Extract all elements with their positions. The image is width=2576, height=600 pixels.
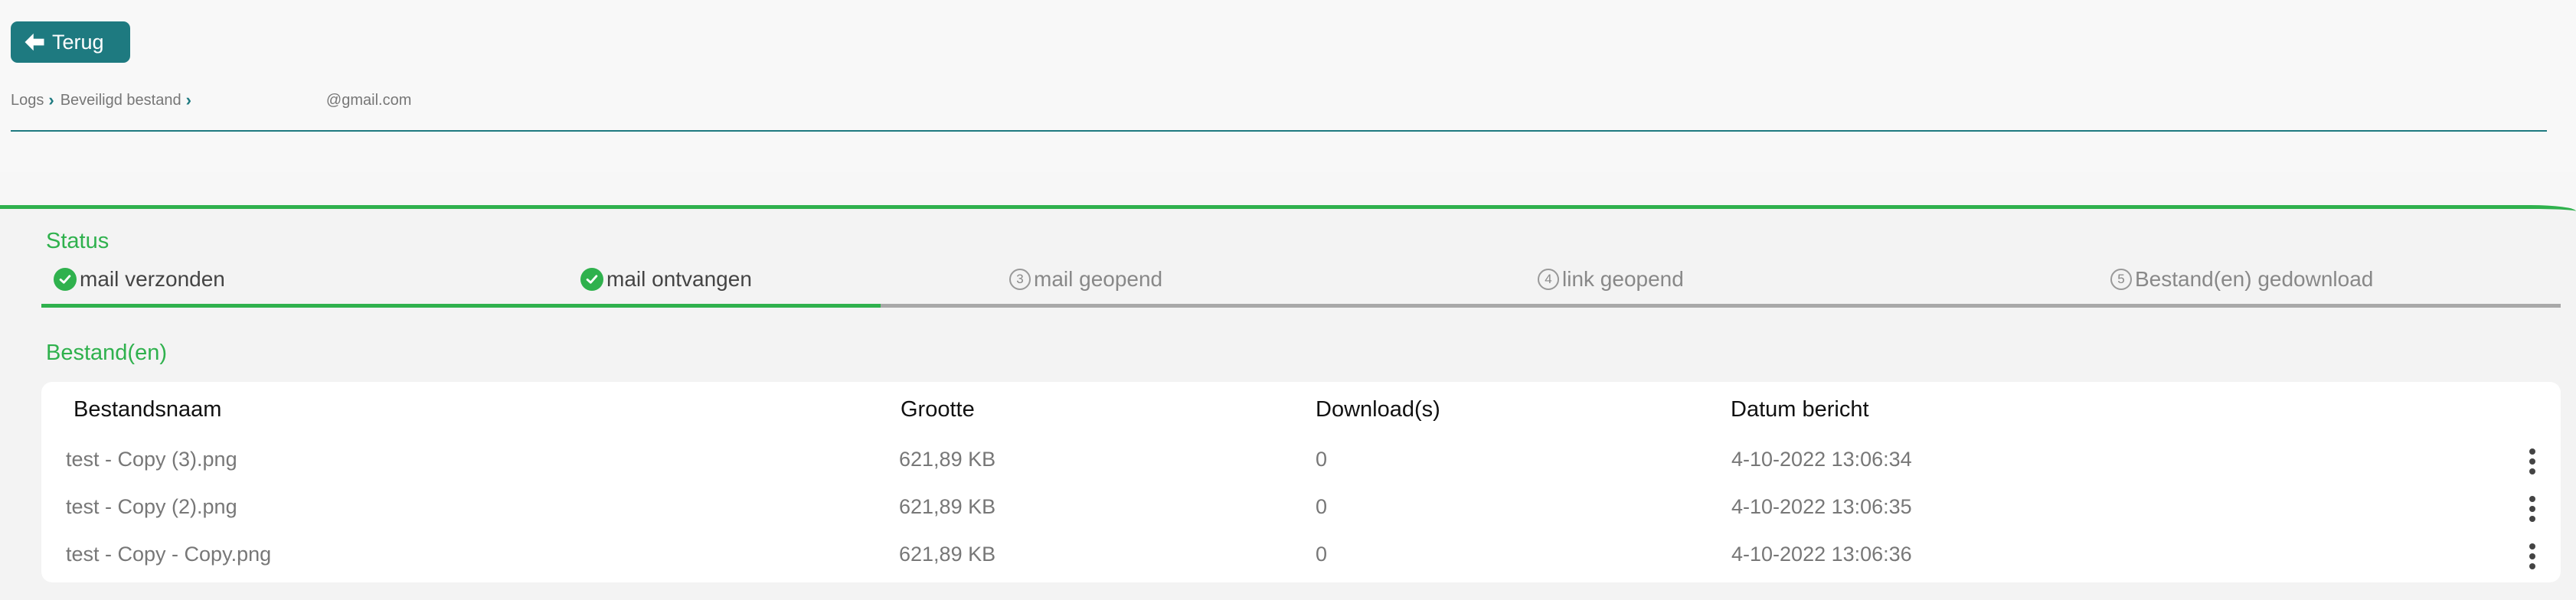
- step-link-opened: 4 link geopend: [1538, 267, 1684, 292]
- file-date: 4-10-2022 13:06:34: [1731, 448, 1912, 471]
- breadcrumb-secure-file[interactable]: Beveiligd bestand: [60, 92, 181, 109]
- status-title: Status: [46, 229, 110, 253]
- step-mail-sent: mail verzonden: [54, 267, 225, 292]
- more-options-icon[interactable]: [2527, 494, 2538, 524]
- file-name: test - Copy - Copy.png: [66, 543, 272, 566]
- step-number-badge: 5: [2110, 269, 2132, 290]
- files-table: Bestandsnaam Grootte Download(s) Datum b…: [41, 382, 2561, 582]
- file-date: 4-10-2022 13:06:35: [1731, 495, 1912, 518]
- status-progress-fill: [41, 304, 881, 308]
- file-size: 621,89 KB: [899, 448, 996, 471]
- more-options-icon[interactable]: [2527, 446, 2538, 477]
- check-circle-icon: [580, 268, 603, 291]
- step-mail-received: mail ontvangen: [580, 267, 752, 292]
- file-name: test - Copy (2).png: [66, 495, 237, 518]
- column-header-size: Grootte: [901, 397, 975, 422]
- status-card: Status mail verzonden mail ontvangen 3 m…: [0, 205, 2576, 600]
- file-size: 621,89 KB: [899, 495, 996, 518]
- breadcrumb-email: @gmail.com: [325, 91, 412, 109]
- step-label: mail ontvangen: [606, 267, 752, 291]
- file-date: 4-10-2022 13:06:36: [1731, 543, 1912, 566]
- step-files-downloaded: 5 Bestand(en) gedownload: [2110, 267, 2373, 292]
- back-button[interactable]: Terug: [11, 21, 130, 63]
- file-size: 621,89 KB: [899, 543, 996, 566]
- step-number-badge: 3: [1009, 269, 1031, 290]
- files-title: Bestand(en): [46, 341, 167, 365]
- step-number-badge: 4: [1538, 269, 1559, 290]
- breadcrumb: Logs › Beveiligd bestand › @gmail.com: [11, 90, 411, 110]
- status-steps: mail verzonden mail ontvangen 3 mail geo…: [41, 267, 2561, 298]
- more-options-icon[interactable]: [2527, 541, 2538, 572]
- step-label: Bestand(en) gedownload: [2135, 267, 2374, 291]
- back-button-label: Terug: [52, 30, 104, 54]
- chevron-right-icon: ›: [48, 90, 54, 109]
- breadcrumb-logs[interactable]: Logs: [11, 92, 44, 109]
- column-header-filename: Bestandsnaam: [74, 397, 222, 422]
- file-downloads: 0: [1316, 543, 1328, 566]
- file-name: test - Copy (3).png: [66, 448, 237, 471]
- table-row: test - Copy (3).png 621,89 KB 0 4-10-202…: [41, 439, 2561, 486]
- chevron-right-icon: ›: [185, 90, 191, 109]
- step-mail-opened: 3 mail geopend: [1009, 267, 1162, 292]
- page-header: Terug Logs › Beveiligd bestand › @gmail.…: [0, 0, 2576, 172]
- check-circle-icon: [54, 268, 77, 291]
- table-row: test - Copy (2).png 621,89 KB 0 4-10-202…: [41, 486, 2561, 533]
- column-header-date: Datum bericht: [1731, 397, 1869, 422]
- column-header-downloads: Download(s): [1316, 397, 1440, 422]
- step-label: link geopend: [1562, 267, 1684, 291]
- arrow-left-icon: [25, 33, 44, 51]
- table-row: test - Copy - Copy.png 621,89 KB 0 4-10-…: [41, 533, 2561, 581]
- file-downloads: 0: [1316, 495, 1328, 518]
- step-label: mail geopend: [1034, 267, 1163, 291]
- step-label: mail verzonden: [80, 267, 225, 291]
- file-downloads: 0: [1316, 448, 1328, 471]
- header-divider: [11, 130, 2547, 132]
